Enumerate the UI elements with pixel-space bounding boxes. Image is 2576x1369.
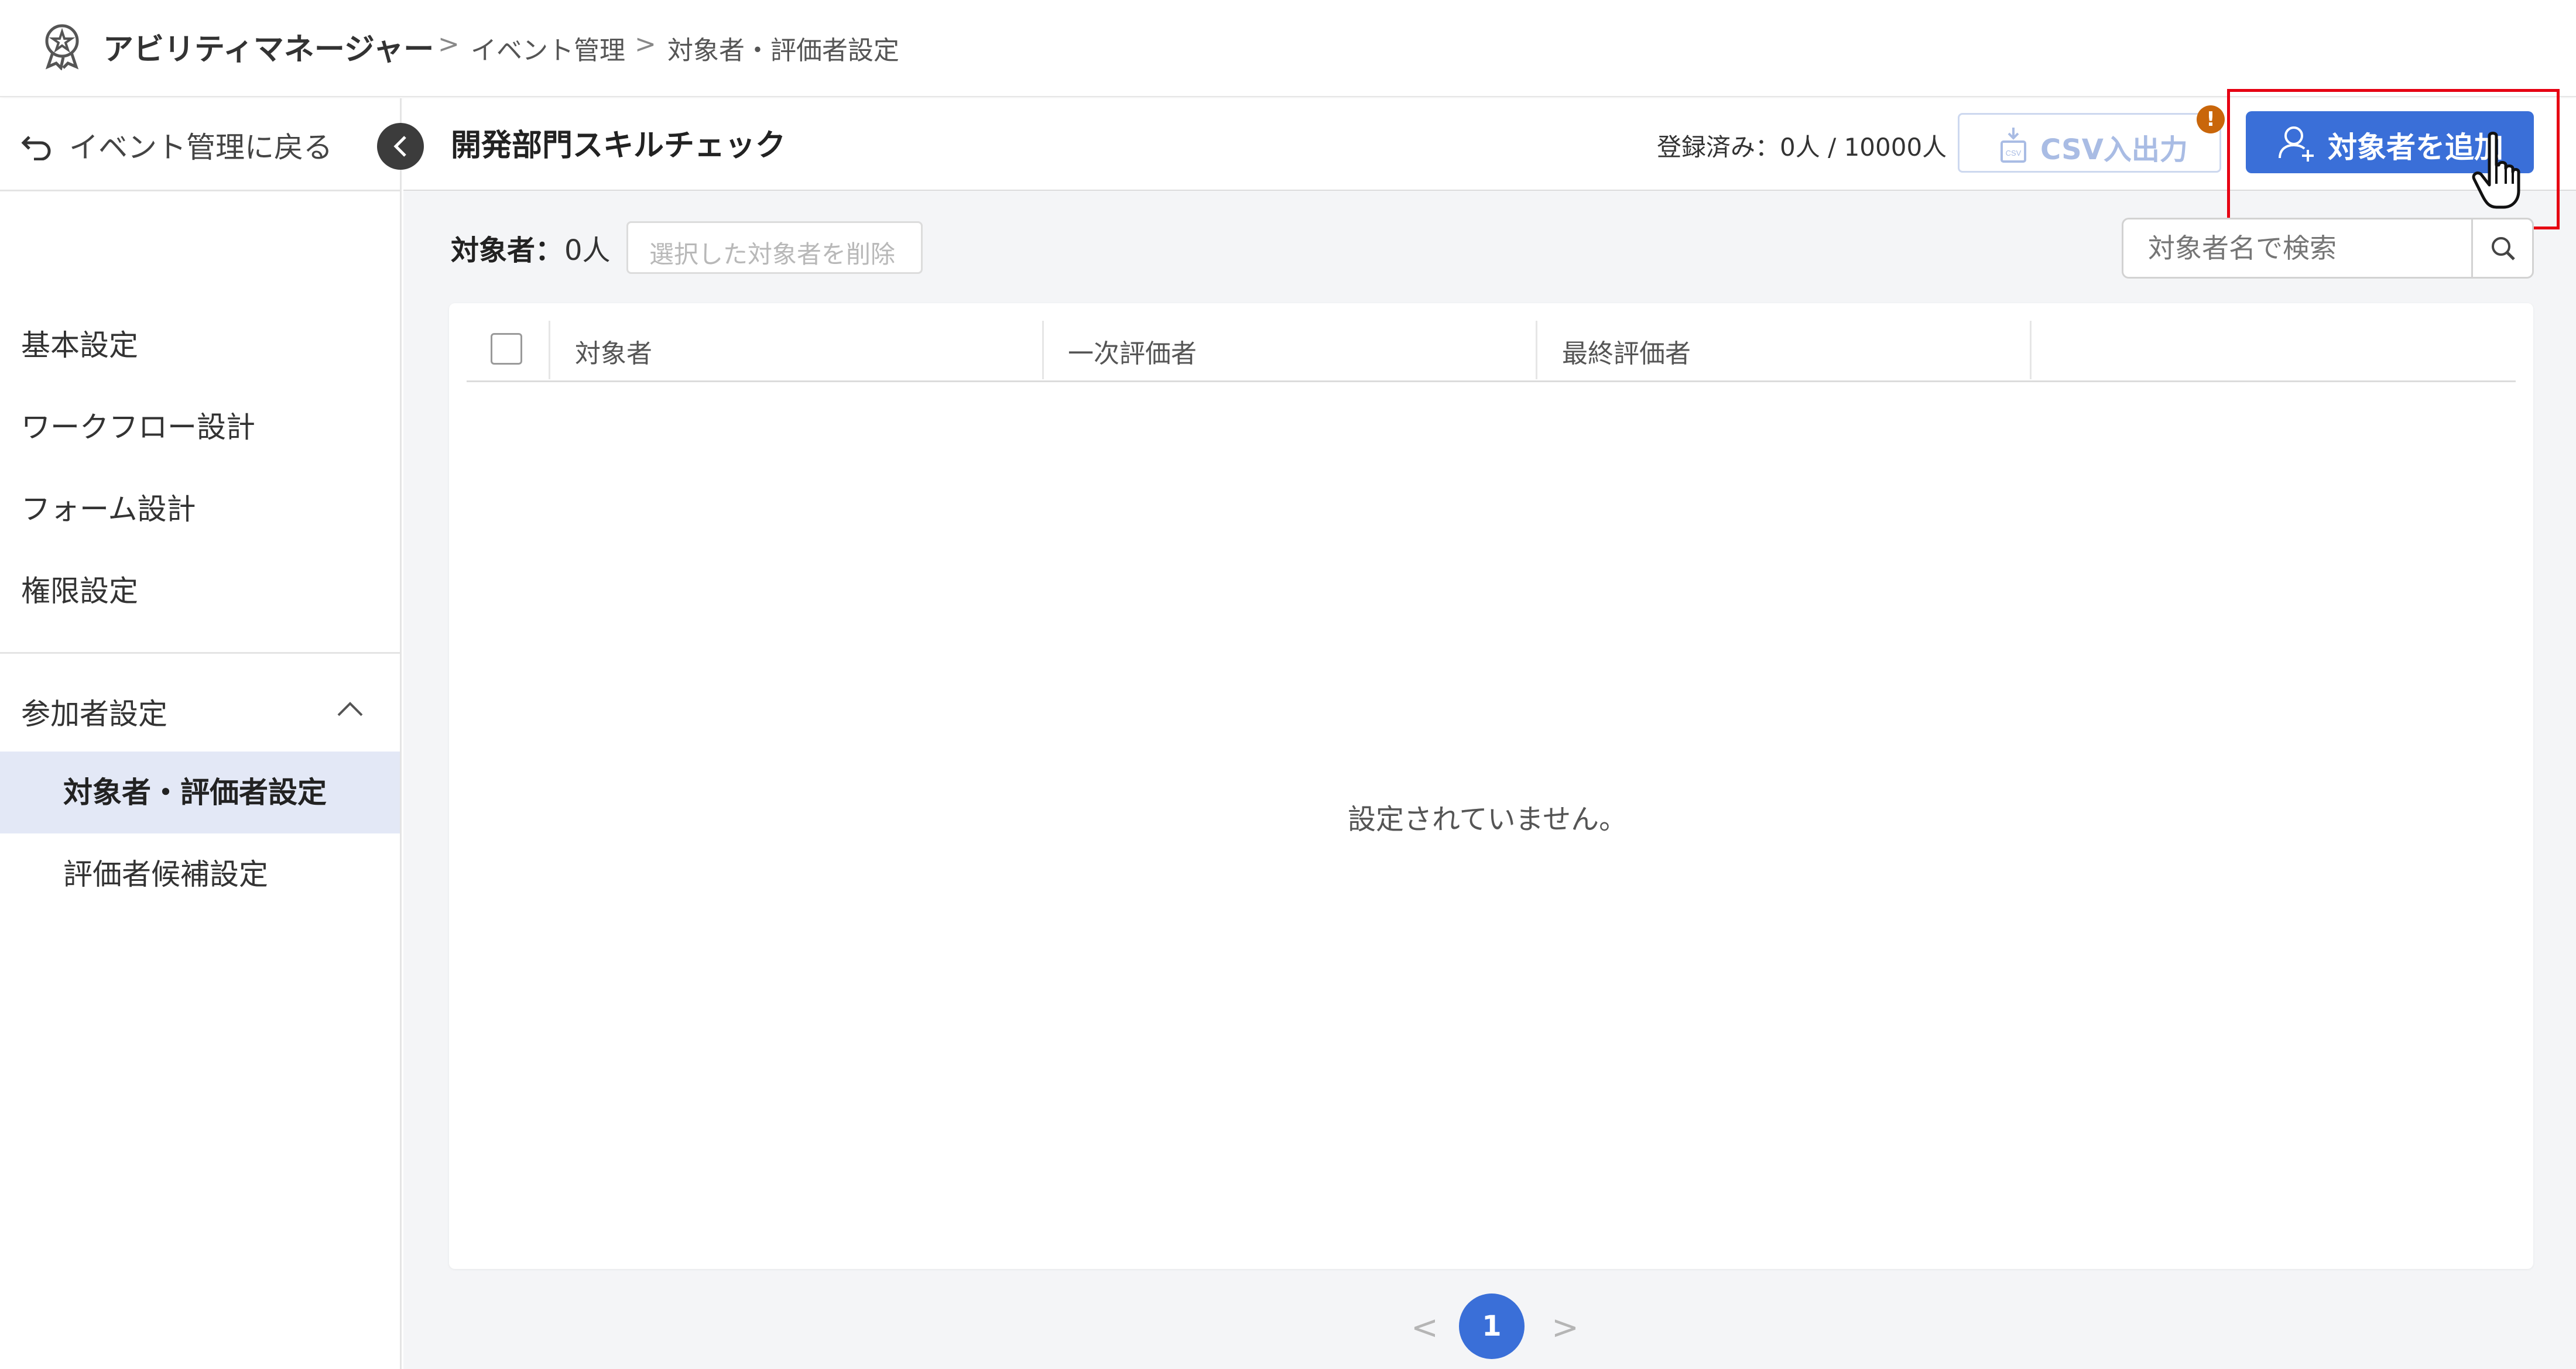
target-count-value: 0人	[564, 234, 611, 267]
breadcrumb-separator: >	[438, 29, 460, 59]
sidebar: イベント管理に戻る 基本設定 ワークフロー設計 フォーム設計 権限設定 参加者設…	[0, 98, 402, 1369]
search-button[interactable]	[2471, 219, 2534, 277]
target-count-label: 対象者：	[451, 234, 564, 267]
event-title: 開発部門スキルチェック	[451, 128, 786, 163]
csv-io-button[interactable]: CSV CSV入出力	[1958, 113, 2221, 173]
undo-arrow-icon	[21, 136, 51, 160]
search-icon	[2492, 237, 2515, 260]
delete-selected-button[interactable]: 選択した対象者を削除	[626, 221, 923, 274]
csv-file-icon: CSV	[2000, 128, 2026, 163]
pagination-page-1[interactable]: 1	[1459, 1293, 1525, 1359]
column-header-final-evaluator[interactable]: 最終評価者	[1562, 332, 1691, 370]
column-header-primary-evaluator[interactable]: 一次評価者	[1068, 332, 1197, 370]
back-label: イベント管理に戻る	[69, 131, 333, 164]
registered-count: 登録済み：0人 / 10000人	[1657, 133, 1947, 162]
breadcrumb-item-event-management[interactable]: イベント管理	[471, 29, 625, 67]
sidebar-divider	[0, 652, 400, 654]
column-divider	[1042, 321, 1044, 379]
sidebar-item-basic-settings[interactable]: 基本設定	[0, 304, 400, 386]
top-bar: アビリティマネージャー > イベント管理 > 対象者・評価者設定	[0, 0, 2576, 97]
svg-text:CSV: CSV	[2006, 149, 2022, 157]
sidebar-item-form-design[interactable]: フォーム設計	[0, 468, 400, 550]
column-divider	[1536, 321, 1537, 379]
target-table	[449, 303, 2533, 1269]
sidebar-item-target-evaluator-settings[interactable]: 対象者・評価者設定	[0, 752, 400, 833]
award-icon	[45, 24, 79, 70]
column-divider	[2030, 321, 2032, 379]
sidebar-item-permission-settings[interactable]: 権限設定	[0, 550, 400, 632]
search-box	[2122, 218, 2534, 279]
empty-state-text: 設定されていません。	[1348, 803, 1628, 836]
sidebar-group-participant-settings[interactable]: 参加者設定	[0, 667, 400, 749]
breadcrumb-item-current: 対象者・評価者設定	[667, 36, 899, 66]
chevron-up-icon	[337, 702, 363, 716]
search-input[interactable]	[2147, 229, 2454, 267]
select-all-checkbox[interactable]	[491, 333, 522, 365]
collapse-sidebar-button[interactable]	[377, 123, 424, 170]
chevron-left-icon	[393, 136, 406, 157]
pagination-next[interactable]: >	[1551, 1309, 1579, 1347]
hand-cursor-icon	[2472, 132, 2520, 209]
app-name[interactable]: アビリティマネージャー	[103, 25, 434, 68]
breadcrumb-separator: >	[635, 29, 656, 59]
delete-selected-label: 選択した対象者を削除	[649, 240, 896, 269]
column-divider	[549, 321, 550, 379]
csv-info-badge: !	[2197, 105, 2225, 133]
sidebar-group-label: 参加者設定	[21, 697, 167, 731]
pagination-prev[interactable]: <	[1411, 1309, 1438, 1347]
table-header-row	[467, 321, 2516, 382]
sidebar-item-workflow-design[interactable]: ワークフロー設計	[0, 386, 400, 468]
csv-io-label: CSV入出力	[2040, 133, 2188, 166]
sidebar-item-evaluator-candidate-settings[interactable]: 評価者候補設定	[0, 833, 400, 915]
back-to-event-link[interactable]: イベント管理に戻る	[0, 98, 400, 191]
column-header-target[interactable]: 対象者	[575, 332, 652, 370]
